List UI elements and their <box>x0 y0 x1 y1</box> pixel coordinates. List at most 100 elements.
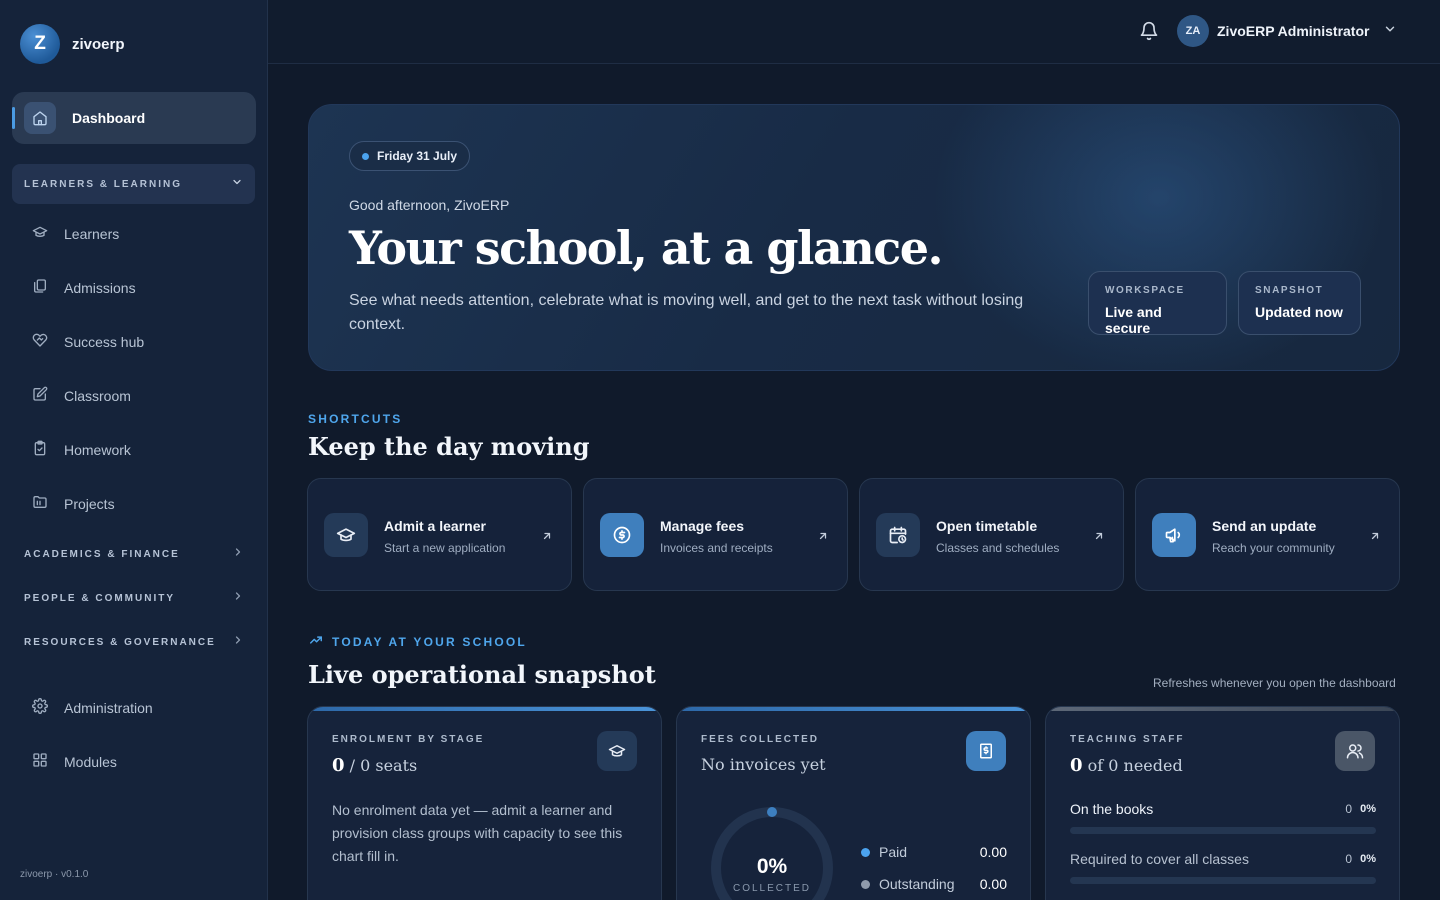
sidebar-item-projects[interactable]: Projects <box>24 488 244 520</box>
sidebar-item-label: Modules <box>64 754 117 770</box>
brand[interactable]: Z zivoerp <box>20 24 125 64</box>
legend-dot <box>861 847 870 857</box>
enrolment-suffix: / 0 seats <box>344 756 418 775</box>
shortcut-send-update[interactable]: Send an update Reach your community <box>1135 478 1400 591</box>
chip-key: WORKSPACE <box>1105 285 1185 296</box>
progress-track <box>1070 827 1376 834</box>
page-title: Your school, at a glance. <box>349 221 944 275</box>
chevron-right-icon <box>232 545 244 563</box>
sidebar-item-homework[interactable]: Homework <box>24 434 244 466</box>
nav-group-resources-governance[interactable]: RESOURCES & GOVERNANCE <box>24 630 244 654</box>
legend-dot <box>861 879 870 889</box>
dollar-coin-icon <box>600 513 644 557</box>
snapshot-eyebrow-label: TODAY AT YOUR SCHOOL <box>332 634 527 649</box>
enrolment-card: ENROLMENT BY STAGE 0 / 0 seats No enrolm… <box>307 706 662 900</box>
megaphone-icon <box>1152 513 1196 557</box>
enrolment-empty-text: No enrolment data yet — admit a learner … <box>332 802 623 864</box>
brand-logo: Z <box>20 24 60 64</box>
trending-up-icon <box>308 633 324 650</box>
nav-group-academics-finance[interactable]: ACADEMICS & FINANCE <box>24 542 244 566</box>
users-icon <box>1335 731 1375 771</box>
staff-on-books-row: On the books 0 0% <box>1070 801 1376 834</box>
graduation-cap-icon <box>32 224 48 245</box>
sidebar-item-label: Homework <box>64 442 131 458</box>
legend-value: 0.00 <box>979 844 1007 860</box>
fees-donut: 0% COLLECTED <box>709 805 835 900</box>
sidebar-item-modules[interactable]: Modules <box>24 746 244 778</box>
sidebar: Z zivoerp Dashboard LEARNERS & LEARNING … <box>0 0 268 900</box>
chip-value: Live and secure <box>1105 304 1162 336</box>
card-key: TEACHING STAFF <box>1070 734 1185 745</box>
shortcut-subtitle: Start a new application <box>384 541 506 555</box>
card-accent-bar <box>677 707 1030 711</box>
fees-value: No invoices yet <box>701 755 826 774</box>
sidebar-item-administration[interactable]: Administration <box>24 692 244 724</box>
arrow-up-right-icon <box>1369 529 1381 547</box>
shortcut-subtitle: Classes and schedules <box>936 541 1060 555</box>
nav-group-learners-learning[interactable]: LEARNERS & LEARNING <box>12 164 255 204</box>
snapshot-eyebrow: TODAY AT YOUR SCHOOL <box>308 633 527 650</box>
date-pill: Friday 31 July <box>349 141 471 171</box>
fees-card: FEES COLLECTED No invoices yet 0% COLLEC… <box>676 706 1031 900</box>
enrolment-count: 0 <box>332 755 345 776</box>
fees-percent-label: COLLECTED <box>732 883 811 894</box>
card-accent-bar <box>308 707 661 711</box>
chevron-down-icon <box>1383 22 1397 41</box>
date-label: Friday 31 July <box>377 149 458 163</box>
nav-group-people-community[interactable]: PEOPLE & COMMUNITY <box>24 586 244 610</box>
hero-banner: Friday 31 July Good afternoon, ZivoERP Y… <box>308 104 1400 371</box>
sidebar-item-label: Admissions <box>64 280 136 296</box>
legend-paid: Paid 0.00 <box>861 844 1007 860</box>
shortcut-subtitle: Reach your community <box>1212 541 1335 555</box>
greeting: Good afternoon, ZivoERP <box>349 197 510 213</box>
chevron-right-icon <box>232 633 244 651</box>
calendar-clock-icon <box>876 513 920 557</box>
shortcut-title: Send an update <box>1212 518 1317 534</box>
avatar: ZA <box>1177 15 1209 47</box>
staff-row-label: Required to cover all classes <box>1070 851 1249 867</box>
gear-icon <box>32 697 48 719</box>
nav-group-label: RESOURCES & GOVERNANCE <box>24 636 216 648</box>
status-dot <box>362 152 369 160</box>
staff-row-count: 0 <box>1345 852 1353 866</box>
app-version: zivoerp · v0.1.0 <box>20 869 89 880</box>
sidebar-item-success-hub[interactable]: Success hub <box>24 326 244 358</box>
arrow-up-right-icon <box>541 529 553 547</box>
sidebar-item-label: Administration <box>64 700 153 716</box>
staff-row-count: 0 <box>1345 802 1353 816</box>
enrolment-value: 0 / 0 seats <box>332 755 417 776</box>
shortcut-title: Open timetable <box>936 518 1038 534</box>
refresh-note: Refreshes whenever you open the dashboar… <box>1153 676 1396 690</box>
graduation-cap-icon <box>324 513 368 557</box>
legend-outstanding: Outstanding 0.00 <box>861 876 1007 892</box>
sidebar-item-admissions[interactable]: Admissions <box>24 272 244 304</box>
staff-row-percent: 0% <box>1360 803 1376 815</box>
staff-count: 0 <box>1070 755 1083 776</box>
heart-handshake-icon <box>32 332 48 353</box>
snapshot-status-chip: SNAPSHOT Updated now <box>1238 271 1361 335</box>
sidebar-item-label: Learners <box>64 226 120 242</box>
shortcuts-eyebrow: SHORTCUTS <box>308 412 403 426</box>
donut-start-marker <box>767 807 777 817</box>
user-menu[interactable]: ZA ZivoERP Administrator <box>1177 15 1397 47</box>
chevron-down-icon <box>231 175 243 193</box>
shortcut-title: Manage fees <box>660 518 745 534</box>
shortcut-subtitle: Invoices and receipts <box>660 541 773 555</box>
shortcuts-title: Keep the day moving <box>308 432 590 461</box>
card-accent-bar <box>1046 707 1399 711</box>
legend-value: 0.00 <box>979 876 1007 892</box>
card-key: FEES COLLECTED <box>701 734 820 745</box>
shortcut-admit-learner[interactable]: Admit a learner Start a new application <box>307 478 572 591</box>
shortcut-open-timetable[interactable]: Open timetable Classes and schedules <box>859 478 1124 591</box>
bell-icon[interactable] <box>1139 20 1159 47</box>
sidebar-item-dashboard[interactable]: Dashboard <box>12 92 256 144</box>
sidebar-item-classroom[interactable]: Classroom <box>24 380 244 412</box>
hero-subtitle: See what needs attention, celebrate what… <box>349 292 1024 333</box>
brand-name: zivoerp <box>72 35 125 53</box>
sidebar-item-learners[interactable]: Learners <box>24 218 244 250</box>
receipt-icon <box>966 731 1006 771</box>
shortcut-manage-fees[interactable]: Manage fees Invoices and receipts <box>583 478 848 591</box>
staff-required-row: Required to cover all classes 0 0% <box>1070 851 1376 884</box>
documents-icon <box>32 278 48 299</box>
workspace-status-chip: WORKSPACE Live and secure <box>1088 271 1227 336</box>
